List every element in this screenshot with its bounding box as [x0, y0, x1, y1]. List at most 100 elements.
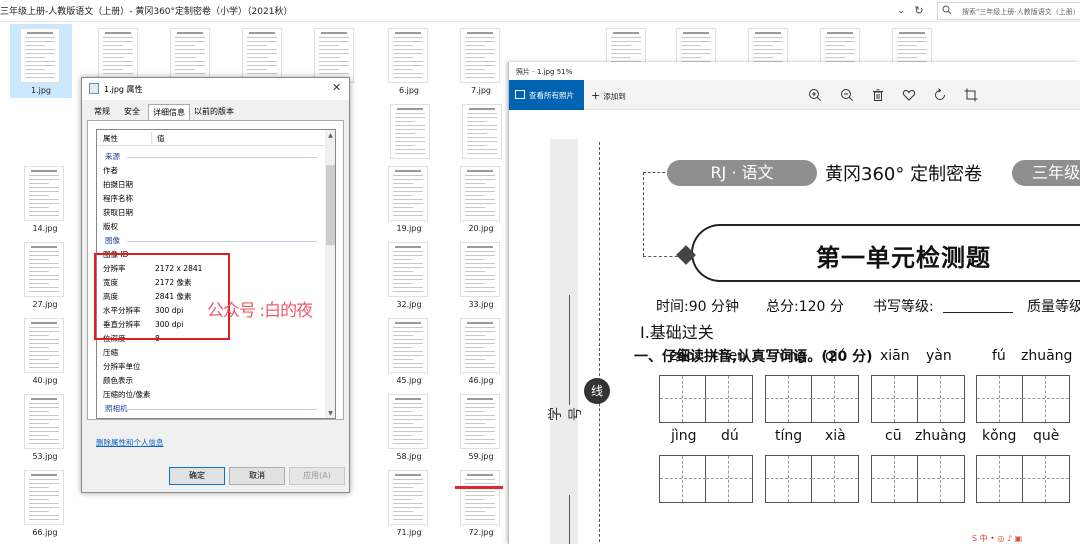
property-row[interactable]: 获取日期: [103, 206, 323, 220]
pinyin-text: cū: [885, 428, 902, 444]
thumbnail-image: [242, 28, 282, 83]
chevron-down-icon[interactable]: ⌄: [893, 3, 909, 19]
viewer-toolbar: 查看所有照片 + 添加到: [509, 80, 1080, 110]
pinyin-text: zǎo: [670, 348, 695, 364]
thumbnail-item[interactable]: [380, 100, 442, 174]
add-to-button[interactable]: + 添加到: [591, 89, 626, 102]
exam-time: 时间:90 分钟: [656, 299, 739, 315]
thumbnail-image: [460, 28, 500, 83]
viewer-titlebar[interactable]: 照片 - 1.jpg 51%: [509, 62, 1080, 80]
property-row[interactable]: 拍摄日期: [103, 178, 323, 192]
tab-previous-versions[interactable]: 以前的版本: [192, 104, 236, 120]
pinyin-text: dú: [721, 428, 739, 444]
zoom-out-icon[interactable]: [839, 87, 855, 103]
margin-line: [569, 295, 570, 405]
scroll-down-icon[interactable]: ▼: [325, 408, 335, 418]
group-label: 来源: [105, 152, 120, 161]
property-row[interactable]: 压缩的位/像素: [103, 388, 323, 402]
thumbnail-item[interactable]: 71.jpg: [378, 466, 440, 540]
pinyin-text: zhuàng: [915, 428, 967, 444]
guide-line: [1023, 478, 1069, 479]
property-row[interactable]: 分辨率单位: [103, 360, 323, 374]
writing-grid: [976, 375, 1070, 423]
thumbnail-item[interactable]: 1.jpg: [10, 24, 72, 98]
property-group[interactable]: 照相机: [105, 402, 321, 416]
property-name: 颜色表示: [103, 376, 133, 385]
property-name: 压缩: [103, 348, 118, 357]
heart-icon[interactable]: [901, 87, 917, 103]
scrollbar[interactable]: ▲ ▼: [325, 130, 335, 418]
crop-icon[interactable]: [963, 87, 979, 103]
guide-line: [834, 376, 835, 422]
thumbnail-item[interactable]: 27.jpg: [14, 238, 76, 312]
property-name: 作者: [103, 166, 118, 175]
close-icon[interactable]: ✕: [332, 81, 341, 94]
property-row[interactable]: 作者: [103, 164, 323, 178]
thumbnail-image: [462, 104, 502, 159]
thumbnail-item[interactable]: 66.jpg: [14, 466, 76, 540]
brand-title: 黄冈360° 定制密卷: [825, 164, 983, 185]
property-name: 压缩的位/像素: [103, 390, 151, 399]
guide-line: [1023, 398, 1069, 399]
thumbnail-item[interactable]: 46.jpg: [450, 314, 512, 388]
guide-line: [940, 376, 941, 422]
thumbnail-item[interactable]: [452, 100, 514, 174]
thumbnail-image: [20, 28, 60, 83]
thumbnail-image: [24, 394, 64, 449]
property-group[interactable]: 图像: [105, 234, 321, 248]
thumbnail-image: [390, 104, 430, 159]
guide-line: [872, 478, 918, 479]
guide-line: [999, 376, 1000, 422]
subject-tag: RJ · 语文: [667, 160, 817, 186]
column-header-value[interactable]: 值: [157, 133, 165, 144]
refresh-icon[interactable]: ↻: [911, 3, 927, 19]
pinyin-text: kǒng: [982, 428, 1017, 444]
thumbnail-item[interactable]: 45.jpg: [378, 314, 440, 388]
cancel-button[interactable]: 取消: [229, 467, 285, 485]
thumbnail-item[interactable]: 7.jpg: [450, 24, 512, 98]
property-row[interactable]: 程序名称: [103, 192, 323, 206]
thumbnail-image: [314, 28, 354, 83]
search-icon: [942, 5, 952, 15]
thumbnail-item[interactable]: 72.jpg: [450, 466, 512, 540]
thumbnail-item[interactable]: 6.jpg: [378, 24, 440, 98]
guide-line: [872, 398, 918, 399]
remove-properties-link[interactable]: 删除属性和个人信息: [96, 437, 164, 448]
see-all-photos-button[interactable]: 查看所有照片: [509, 80, 584, 110]
rotate-icon[interactable]: [932, 87, 948, 103]
zoom-in-icon[interactable]: [807, 87, 823, 103]
delete-icon[interactable]: [870, 87, 886, 103]
scrollbar-thumb[interactable]: [326, 165, 335, 245]
property-row[interactable]: 颜色表示: [103, 374, 323, 388]
tab-security[interactable]: 安全: [118, 104, 146, 120]
search-input[interactable]: 搜索"三年级上册-人教版语文（上册）": [937, 2, 1080, 20]
property-name: 拍摄日期: [103, 180, 133, 189]
tab-details[interactable]: 详细信息: [148, 104, 190, 121]
thumbnail-item[interactable]: 59.jpg: [450, 390, 512, 464]
guide-line: [706, 478, 752, 479]
thumbnail-item[interactable]: 40.jpg: [14, 314, 76, 388]
thumbnail-item[interactable]: 32.jpg: [378, 238, 440, 312]
guide-line: [766, 478, 812, 479]
thumbnail-item[interactable]: 53.jpg: [14, 390, 76, 464]
property-row[interactable]: 压缩: [103, 346, 323, 360]
thumbnail-item[interactable]: 58.jpg: [378, 390, 440, 464]
pinyin-text: xiān: [880, 348, 910, 364]
scroll-up-icon[interactable]: ▲: [325, 130, 335, 141]
property-group[interactable]: 来源: [105, 150, 321, 164]
dialog-titlebar[interactable]: 1.jpg 属性 ✕: [82, 78, 349, 100]
binding-margin: [550, 139, 578, 544]
viewer-title: 照片 - 1.jpg 51%: [516, 68, 573, 76]
thumbnail-item[interactable]: 33.jpg: [450, 238, 512, 312]
property-name: 版权: [103, 222, 118, 231]
column-header-property[interactable]: 属性: [103, 133, 118, 144]
thumbnail-item[interactable]: 14.jpg: [14, 162, 76, 236]
quality-grade-label: 质量等级: [1027, 299, 1080, 315]
pinyin-text: qiú: [825, 348, 847, 364]
student-number-label: 学号: [548, 407, 584, 421]
tab-general[interactable]: 常规: [88, 104, 116, 120]
ok-button[interactable]: 确定: [169, 467, 225, 485]
apply-button[interactable]: 应用(A): [289, 467, 345, 485]
address-path[interactable]: 三年级上册-人教版语文（上册）- 黄冈360°定制密卷（小学）（2021秋）: [0, 4, 292, 17]
property-row[interactable]: 版权: [103, 220, 323, 234]
